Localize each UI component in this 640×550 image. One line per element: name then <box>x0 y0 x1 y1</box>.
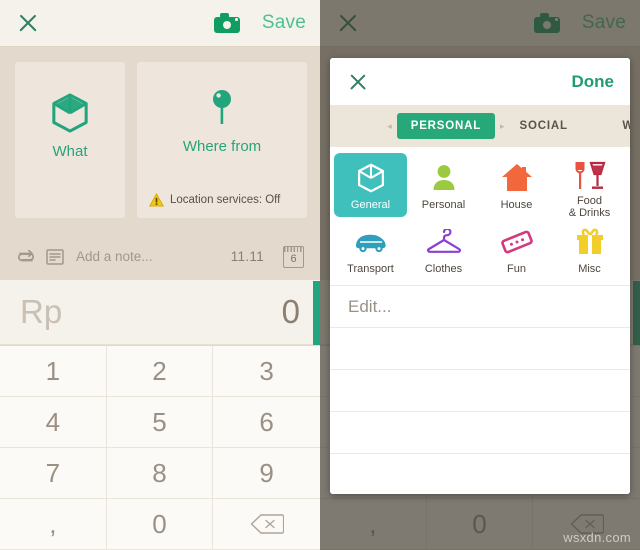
tab-work-partial[interactable]: W <box>612 114 630 138</box>
note-row: Add a note... 11.11 6 <box>0 233 320 280</box>
category-fun[interactable]: Fun <box>480 217 553 281</box>
box-icon <box>357 161 385 195</box>
time-value[interactable]: 11.11 <box>231 249 264 264</box>
expense-entry-screen: Save What Where from Location services: … <box>0 0 320 550</box>
what-card-inner: What <box>15 62 125 190</box>
list-item[interactable] <box>330 370 630 412</box>
list-item[interactable] <box>330 412 630 454</box>
category-grid: General Personal House Food & Drinks Tra… <box>330 147 630 285</box>
done-button[interactable]: Done <box>572 72 615 92</box>
hanger-icon <box>426 225 462 259</box>
key-5[interactable]: 5 <box>106 397 214 448</box>
amount-field[interactable]: Rp 0 <box>0 280 320 345</box>
category-general[interactable]: General <box>334 153 407 217</box>
category-label: Misc <box>578 262 601 275</box>
key-9[interactable]: 9 <box>213 448 320 499</box>
chevron-right-icon[interactable]: ▸ <box>495 121 510 132</box>
category-clothes[interactable]: Clothes <box>407 217 480 281</box>
category-label: House <box>500 198 533 211</box>
camera-icon[interactable] <box>213 13 240 33</box>
category-food-drinks[interactable]: Food & Drinks <box>553 153 626 220</box>
camera-dot <box>235 18 238 21</box>
currency-label: Rp <box>20 293 63 330</box>
key-8[interactable]: 8 <box>106 448 214 499</box>
where-from-card[interactable]: Where from Location services: Off <box>137 62 307 218</box>
warning-icon <box>149 193 164 207</box>
top-bar: Save <box>0 0 320 47</box>
repeat-icon[interactable] <box>16 248 36 266</box>
key-4[interactable]: 4 <box>0 397 107 448</box>
chevron-left-icon[interactable]: ◂ <box>382 121 397 132</box>
modal-header: Done <box>330 58 630 105</box>
amount-value: 0 <box>281 293 300 330</box>
note-input[interactable]: Add a note... <box>76 249 153 264</box>
category-label: Clothes <box>424 262 463 275</box>
note-lines-icon[interactable] <box>46 248 64 265</box>
ticket-icon <box>500 225 534 259</box>
where-card-inner: Where from <box>137 62 307 180</box>
where-card-label: Where from <box>182 137 262 155</box>
tab-social[interactable]: SOCIAL <box>510 114 578 138</box>
box-icon <box>52 92 88 133</box>
close-icon[interactable] <box>14 9 42 37</box>
calendar-day: 6 <box>290 253 297 265</box>
tab-personal[interactable]: PERSONAL <box>396 113 496 139</box>
cards-area: What Where from Location services: Off <box>0 47 320 233</box>
key-backspace[interactable] <box>213 499 320 550</box>
category-personal[interactable]: Personal <box>407 153 480 217</box>
list-item[interactable] <box>330 454 630 494</box>
key-0[interactable]: 0 <box>106 499 214 550</box>
amount-accent-bar <box>313 281 320 345</box>
key-2[interactable]: 2 <box>106 346 214 397</box>
close-icon[interactable] <box>346 70 370 94</box>
key-3[interactable]: 3 <box>213 346 320 397</box>
camera-lens <box>222 21 231 29</box>
category-label: General <box>350 198 391 211</box>
category-house[interactable]: House <box>480 153 553 217</box>
food-drinks-icon <box>574 161 606 191</box>
key-7[interactable]: 7 <box>0 448 107 499</box>
category-label: Personal <box>421 198 466 211</box>
watermark: wsxdn.com <box>563 530 631 545</box>
list-item-label: Edit... <box>348 296 392 316</box>
category-label: Food & Drinks <box>568 195 611 220</box>
list-item[interactable]: Edit... <box>330 286 630 328</box>
category-list: Edit... <box>330 285 630 494</box>
person-icon <box>431 161 457 195</box>
key-6[interactable]: 6 <box>213 397 320 448</box>
category-tabs: ◂ PERSONAL ▸ SOCIAL W <box>330 105 630 147</box>
save-button[interactable]: Save <box>262 12 306 34</box>
key-1[interactable]: 1 <box>0 346 107 397</box>
numeric-keypad: 1 2 3 4 5 6 7 8 9 , 0 <box>0 346 320 550</box>
gift-icon <box>575 225 605 259</box>
category-label: Fun <box>507 262 526 275</box>
what-card-label: What <box>52 142 88 160</box>
map-pin-icon <box>213 89 231 124</box>
calendar-icon[interactable]: 6 <box>283 245 304 268</box>
location-status: Location services: Off <box>149 193 280 207</box>
category-transport[interactable]: Transport <box>334 217 407 281</box>
house-icon <box>501 161 533 195</box>
right-screen: Save Rp 0 1 2 3 4 5 6 7 8 9 , 0 <box>320 0 640 550</box>
category-picker-modal: Done ◂ PERSONAL ▸ SOCIAL W General Perso… <box>330 58 630 494</box>
category-label: Transport <box>347 262 394 275</box>
car-icon <box>353 225 389 259</box>
category-misc[interactable]: Misc <box>553 217 626 281</box>
location-status-text: Location services: Off <box>170 194 281 206</box>
backspace-icon <box>250 514 284 534</box>
what-card[interactable]: What <box>15 62 125 218</box>
list-item[interactable] <box>330 328 630 370</box>
left-screen: Save What Where from Location services: … <box>0 0 320 550</box>
key-comma[interactable]: , <box>0 499 107 550</box>
